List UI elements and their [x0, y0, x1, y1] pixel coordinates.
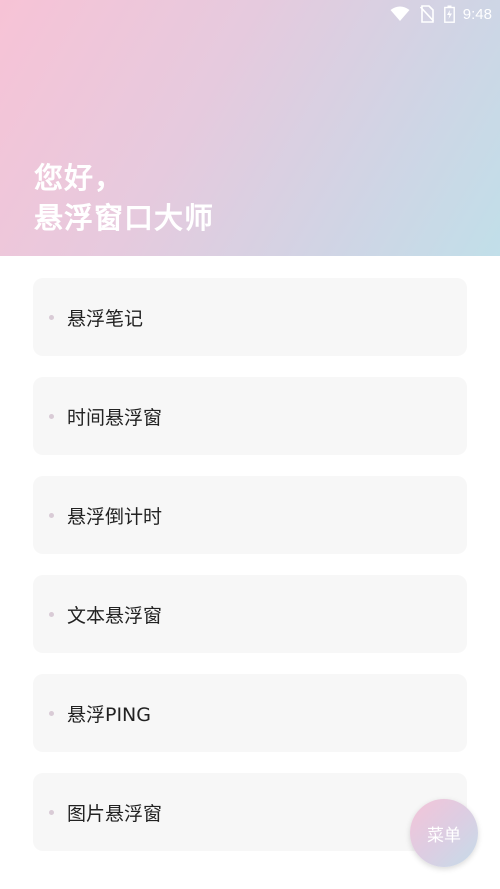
battery-icon	[443, 5, 455, 23]
list-item-label: 图片悬浮窗	[67, 802, 163, 825]
greeting-title: 您好， 悬浮窗口大师	[34, 158, 214, 238]
bullet-dot	[49, 611, 54, 617]
list-item-ping-float[interactable]: 悬浮PING	[33, 674, 467, 752]
header-banner: 9:48 您好， 悬浮窗口大师	[0, 0, 500, 256]
greeting-line-2: 悬浮窗口大师	[34, 201, 215, 235]
feature-list: 悬浮笔记 时间悬浮窗 悬浮倒计时 文本悬浮窗 悬浮PING 图片悬浮窗	[33, 278, 467, 872]
list-item-label: 悬浮PING	[67, 703, 151, 726]
list-item-label: 悬浮倒计时	[67, 505, 163, 528]
greeting-line-1: 您好，	[34, 161, 125, 195]
status-time: 9:48	[462, 5, 492, 23]
bullet-dot	[49, 710, 54, 716]
menu-fab-button[interactable]: 菜单	[410, 799, 478, 867]
no-sim-icon	[419, 5, 434, 23]
list-item-label: 时间悬浮窗	[67, 406, 163, 429]
list-item-text-float[interactable]: 文本悬浮窗	[33, 575, 467, 653]
list-item-image-float[interactable]: 图片悬浮窗	[33, 773, 467, 851]
bullet-dot	[49, 809, 54, 815]
list-item-floating-notes[interactable]: 悬浮笔记	[33, 278, 467, 356]
bullet-dot	[49, 512, 54, 518]
list-item-countdown[interactable]: 悬浮倒计时	[33, 476, 467, 554]
list-item-label: 悬浮笔记	[67, 307, 144, 330]
list-item-time-float[interactable]: 时间悬浮窗	[33, 377, 467, 455]
bullet-dot	[49, 413, 54, 419]
wifi-icon	[390, 6, 410, 22]
list-item-label: 文本悬浮窗	[67, 604, 163, 627]
status-bar: 9:48	[380, 0, 500, 28]
bullet-dot	[49, 314, 54, 320]
